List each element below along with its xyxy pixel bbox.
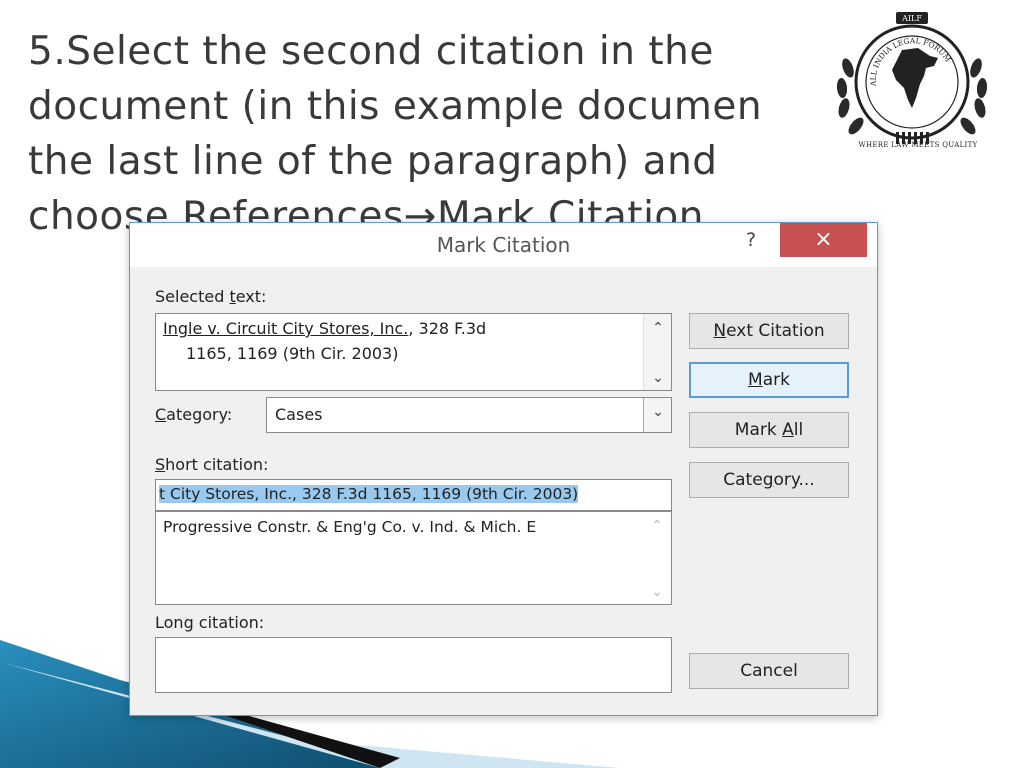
close-button[interactable]: × bbox=[780, 223, 867, 257]
category-select[interactable]: Cases ⌄ bbox=[266, 397, 672, 433]
slide-title-line: document (in this example documen bbox=[28, 84, 763, 129]
next-citation-button[interactable]: Next Citation bbox=[689, 313, 849, 349]
dialog-titlebar: Mark Citation ? × bbox=[130, 223, 877, 267]
short-citation-input[interactable]: t City Stores, Inc., 328 F.3d 1165, 1169… bbox=[155, 479, 672, 511]
help-button[interactable]: ? bbox=[746, 229, 756, 251]
list-item[interactable]: Progressive Constr. & Eng'g Co. v. Ind. … bbox=[163, 518, 536, 536]
category-value: Cases bbox=[275, 405, 323, 424]
selected-text-line2: 1165, 1169 (9th Cir. 2003) bbox=[186, 344, 399, 363]
short-citation-selection: t City Stores, Inc., 328 F.3d 1165, 1169… bbox=[159, 485, 579, 503]
selected-text-rest: , 328 F.3d bbox=[408, 319, 487, 338]
logo-tagline: WHERE LAW MEETS QUALITY bbox=[858, 141, 978, 149]
scroll-down-icon[interactable]: ⌄ bbox=[643, 584, 671, 600]
cancel-button[interactable]: Cancel bbox=[689, 653, 849, 689]
category-label: Category: bbox=[155, 405, 233, 424]
short-citation-list[interactable]: Progressive Constr. & Eng'g Co. v. Ind. … bbox=[155, 511, 672, 605]
mark-button[interactable]: Mark bbox=[689, 362, 849, 398]
mark-all-button[interactable]: Mark All bbox=[689, 412, 849, 448]
ailf-logo: AILF ALL INDIA LEGAL FORUM bbox=[836, 12, 988, 144]
mark-citation-dialog: Mark Citation ? × Selected text: Ingle v… bbox=[129, 222, 878, 716]
long-citation-input[interactable] bbox=[155, 637, 672, 693]
chevron-down-icon: ⌄ bbox=[652, 404, 664, 420]
selected-text-box[interactable]: Ingle v. Circuit City Stores, Inc., 328 … bbox=[155, 313, 672, 391]
category-button[interactable]: Category... bbox=[689, 462, 849, 498]
scroll-up-icon[interactable]: ⌃ bbox=[644, 320, 672, 336]
slide-title: 5.Select the second citation in the docu… bbox=[28, 24, 828, 236]
selected-text-scrollbar[interactable]: ⌃ ⌄ bbox=[643, 314, 671, 390]
selected-text-label: Selected text: bbox=[155, 287, 267, 306]
slide-title-line: the last line of the paragraph) and bbox=[28, 139, 718, 184]
dialog-title: Mark Citation bbox=[436, 233, 571, 257]
scroll-down-icon[interactable]: ⌄ bbox=[644, 370, 672, 386]
slide-title-line: 5.Select the second citation in the bbox=[28, 29, 714, 74]
short-citation-label: Short citation: bbox=[155, 455, 269, 474]
scroll-up-icon[interactable]: ⌃ bbox=[643, 518, 671, 534]
selected-case-name: Ingle v. Circuit City Stores, Inc. bbox=[163, 319, 409, 338]
logo-badge: AILF bbox=[901, 14, 922, 23]
long-citation-label: Long citation: bbox=[155, 613, 265, 632]
short-citation-scrollbar[interactable]: ⌃ ⌄ bbox=[643, 512, 671, 604]
category-dropdown-button[interactable]: ⌄ bbox=[643, 398, 671, 432]
